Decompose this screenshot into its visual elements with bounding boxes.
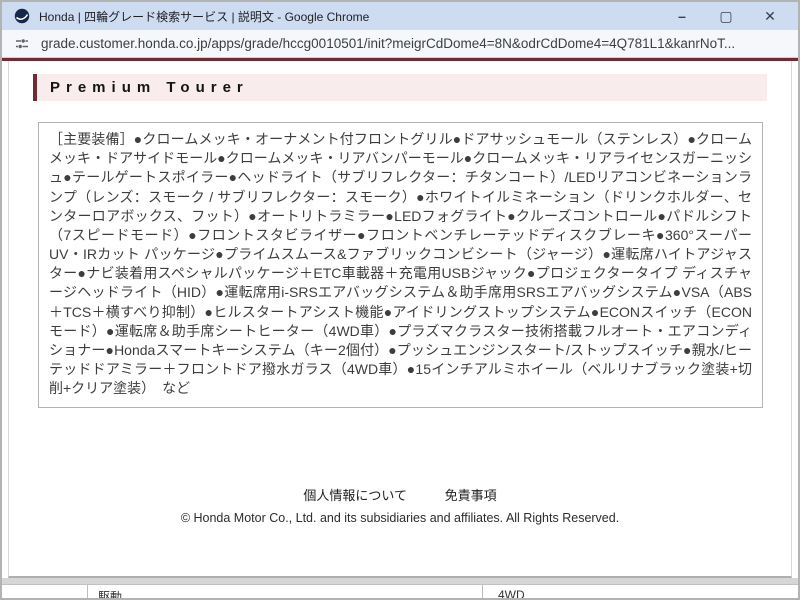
copyright-text: © Honda Motor Co., Ltd. and its subsidia… — [9, 511, 791, 525]
close-button[interactable]: ✕ — [748, 2, 792, 30]
background-table-row: 駆動 4WD — [2, 585, 798, 598]
footer-links: 個人情報について 免責事項 — [9, 485, 791, 504]
privacy-policy-link[interactable]: 個人情報について — [303, 485, 407, 504]
table-cell-label: 駆動 — [98, 588, 122, 598]
maximize-button[interactable]: ▢ — [704, 2, 748, 30]
window-titlebar: Honda | 四輪グレード検索サービス | 説明文 - Google Chro… — [2, 2, 798, 30]
table-cell-value: 4WD — [498, 588, 525, 598]
main-equipment-text: ［主要装備］●クロームメッキ・オーナメント付フロントグリル●ドアサッシュモール（… — [38, 122, 763, 408]
globe-icon — [14, 8, 30, 24]
browser-window: Honda | 四輪グレード検索サービス | 説明文 - Google Chro… — [0, 0, 800, 600]
address-bar[interactable]: grade.customer.honda.co.jp/apps/grade/hc… — [2, 30, 798, 58]
site-settings-sliders-icon[interactable] — [14, 36, 30, 52]
popup-footer: 個人情報について 免責事項 © Honda Motor Co., Ltd. an… — [9, 485, 791, 525]
window-title: Honda | 四輪グレード検索サービス | 説明文 - Google Chro… — [39, 8, 651, 25]
disclaimer-link[interactable]: 免責事項 — [445, 485, 497, 504]
table-cell-border — [482, 585, 483, 598]
background-page-area: 駆動 4WD — [2, 578, 798, 598]
grade-description-popup: Premium Tourer ［主要装備］●クロームメッキ・オーナメント付フロン… — [8, 61, 792, 578]
url-text[interactable]: grade.customer.honda.co.jp/apps/grade/hc… — [41, 36, 735, 51]
table-cell-border — [87, 585, 88, 598]
window-controls: – ▢ ✕ — [660, 2, 792, 30]
background-gray-strip — [2, 578, 798, 585]
minimize-button[interactable]: – — [660, 2, 704, 30]
grade-name-heading: Premium Tourer — [33, 74, 767, 101]
